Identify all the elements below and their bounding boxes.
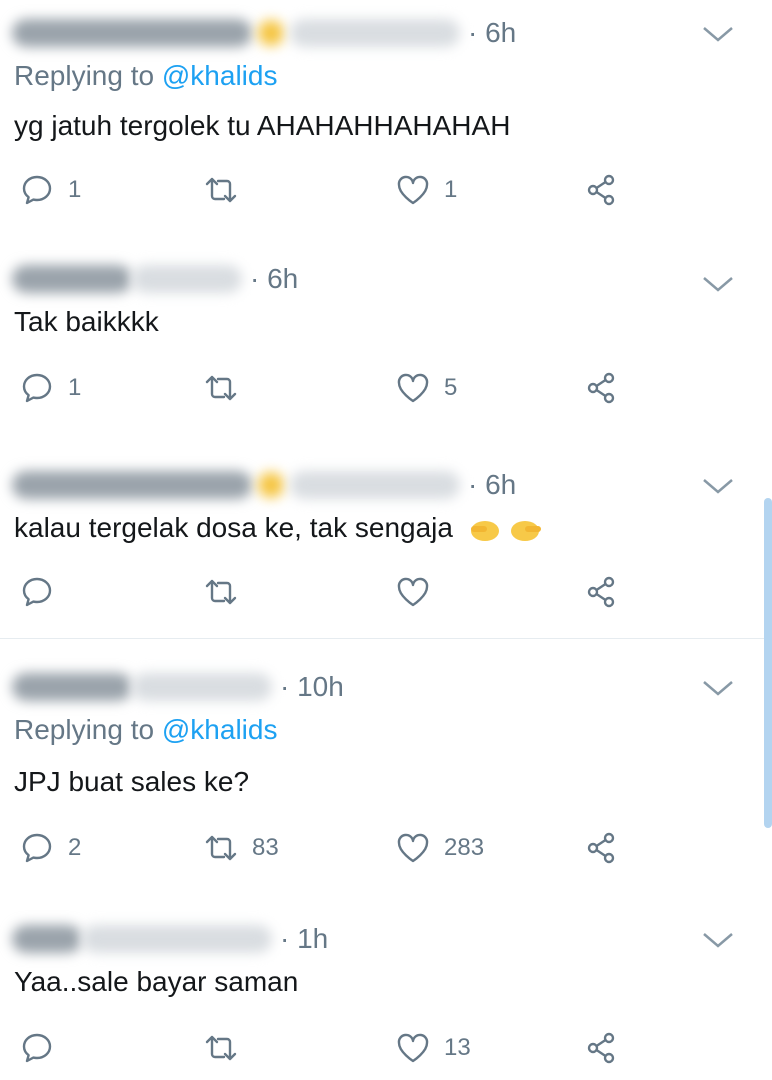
- chevron-down-icon[interactable]: [700, 22, 736, 46]
- retweet-button[interactable]: [204, 170, 252, 210]
- reply-bubble-icon: [22, 577, 52, 607]
- reply-button[interactable]: 1: [20, 170, 81, 210]
- display-name-redacted: [12, 925, 82, 953]
- mention-link[interactable]: @khalids: [162, 60, 278, 91]
- reply-bubble-icon: [22, 833, 52, 863]
- tweet-header: · 6h: [12, 8, 516, 58]
- tweet-time: · 6h: [468, 17, 517, 48]
- reply-bubble-icon: [22, 373, 52, 403]
- reply-button[interactable]: [20, 572, 68, 612]
- heart-icon: [397, 373, 429, 403]
- tweet-1[interactable]: · 6h Replying to @khalids yg jatuh tergo…: [0, 0, 772, 220]
- chevron-down-icon[interactable]: [700, 676, 736, 700]
- pointing-hands-emoji-icon: [470, 520, 541, 541]
- tweet-5[interactable]: · 1h Yaa..sale bayar saman 13: [0, 914, 772, 1080]
- tweet-actions: 1 1: [0, 170, 772, 210]
- tweet-actions: 1 5: [0, 368, 772, 408]
- share-button[interactable]: [584, 828, 618, 868]
- like-count: 13: [444, 1034, 471, 1061]
- heart-icon: [397, 577, 429, 607]
- retweet-button[interactable]: [204, 1028, 252, 1068]
- tweet-text: kalau tergelak dosa ke, tak sengaja: [14, 512, 543, 544]
- tweet-text: Yaa..sale bayar saman: [14, 966, 299, 997]
- like-button[interactable]: 13: [396, 1028, 471, 1068]
- retweet-icon: [205, 579, 237, 605]
- tweet-actions: 13: [0, 1028, 772, 1068]
- verified-emoji-redacted: [258, 472, 284, 498]
- tweet-text: Tak baikkkk: [14, 306, 159, 337]
- share-icon: [587, 174, 615, 206]
- heart-icon: [397, 175, 429, 205]
- tweet-time: · 10h: [280, 671, 344, 702]
- chevron-down-icon[interactable]: [700, 928, 736, 952]
- share-icon: [587, 576, 615, 608]
- display-name-redacted: [12, 471, 252, 499]
- share-icon: [587, 372, 615, 404]
- tweet-text: yg jatuh tergolek tu AHAHAHHAHAHAH: [14, 110, 511, 141]
- reply-button[interactable]: 2: [20, 828, 81, 868]
- tweet-header: · 6h: [12, 254, 298, 304]
- display-name-redacted: [12, 19, 252, 47]
- share-icon: [587, 1032, 615, 1064]
- like-button[interactable]: 283: [396, 828, 484, 868]
- tweet-actions: [0, 572, 772, 612]
- verified-emoji-redacted: [258, 20, 284, 46]
- replying-to: Replying to @khalids: [14, 60, 278, 91]
- retweet-button[interactable]: [204, 368, 252, 408]
- tweet-time: · 6h: [250, 263, 299, 294]
- tweet-time: · 1h: [280, 923, 329, 954]
- like-button[interactable]: 1: [396, 170, 457, 210]
- like-count: 5: [444, 374, 458, 401]
- tweet-2[interactable]: · 6h Tak baikkkk 1 5: [0, 250, 772, 440]
- display-name-redacted: [12, 265, 132, 293]
- reply-button[interactable]: 1: [20, 368, 81, 408]
- tweet-header: · 6h: [12, 460, 516, 510]
- share-button[interactable]: [584, 368, 618, 408]
- like-count: 283: [444, 834, 485, 861]
- retweet-button[interactable]: [204, 572, 252, 612]
- tweet-header: · 10h: [12, 662, 344, 712]
- share-button[interactable]: [584, 1028, 618, 1068]
- replying-to: Replying to @khalids: [14, 714, 278, 745]
- share-button[interactable]: [584, 572, 618, 612]
- retweet-icon: [205, 177, 237, 203]
- like-button[interactable]: 5: [396, 368, 457, 408]
- tweet-text-content: kalau tergelak dosa ke, tak sengaja: [14, 512, 453, 543]
- tweet-4[interactable]: · 10h Replying to @khalids JPJ buat sale…: [0, 662, 772, 882]
- reply-bubble-icon: [22, 175, 52, 205]
- retweet-icon: [205, 1035, 237, 1061]
- share-button[interactable]: [584, 170, 618, 210]
- tweet-header: · 1h: [12, 914, 328, 964]
- display-name-redacted: [12, 673, 132, 701]
- retweet-button[interactable]: 83: [204, 828, 279, 868]
- tweet-time: · 6h: [468, 469, 517, 500]
- retweet-icon: [205, 835, 237, 861]
- heart-icon: [397, 1033, 429, 1063]
- username-redacted: [132, 673, 272, 701]
- share-icon: [587, 832, 615, 864]
- retweet-icon: [205, 375, 237, 401]
- tweet-text: JPJ buat sales ke?: [14, 766, 250, 797]
- reply-bubble-icon: [22, 1033, 52, 1063]
- retweet-count: 83: [252, 834, 279, 861]
- mention-link[interactable]: @khalids: [162, 714, 278, 745]
- username-redacted: [290, 19, 460, 47]
- username-redacted: [290, 471, 460, 499]
- reply-count: 1: [68, 374, 82, 401]
- reply-button[interactable]: [20, 1028, 68, 1068]
- tweet-3[interactable]: · 6h kalau tergelak dosa ke, tak sengaja: [0, 458, 772, 639]
- chevron-down-icon[interactable]: [700, 474, 736, 498]
- chevron-down-icon[interactable]: [700, 272, 736, 296]
- scrollbar[interactable]: [764, 498, 772, 828]
- reply-count: 2: [68, 834, 82, 861]
- username-redacted: [82, 925, 272, 953]
- like-count: 1: [444, 176, 458, 203]
- reply-count: 1: [68, 176, 82, 203]
- like-button[interactable]: [396, 572, 444, 612]
- tweet-actions: 2 83 283: [0, 828, 772, 868]
- username-redacted: [132, 265, 242, 293]
- heart-icon: [397, 833, 429, 863]
